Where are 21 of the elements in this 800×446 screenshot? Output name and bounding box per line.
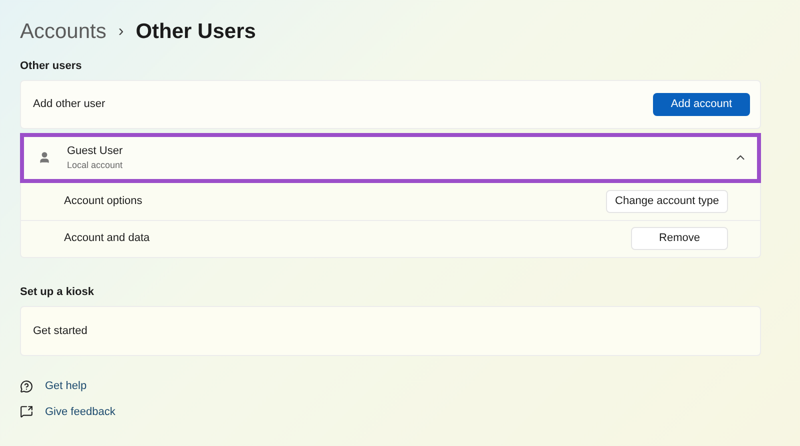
help-icon [20, 380, 33, 393]
user-icon [38, 151, 51, 164]
option-label: Account options [64, 194, 142, 209]
page-title: Other Users [136, 19, 256, 46]
section-heading: Other users [20, 59, 83, 74]
option-label: Account and data [64, 231, 150, 246]
feedback-icon [20, 405, 33, 418]
option-button[interactable]: Remove [631, 227, 728, 250]
help-link[interactable]: Get help [45, 378, 87, 394]
section-heading: Set up a kiosk [20, 284, 95, 300]
option-button[interactable]: Change account type [606, 190, 728, 212]
row-label: Get started [33, 324, 88, 339]
row-label: Add other user [33, 96, 106, 112]
user-subtitle: Local account [67, 159, 124, 172]
settings-row[interactable]: Get started [20, 306, 761, 356]
user-row[interactable]: Guest User Local account [20, 132, 761, 182]
help-link[interactable]: Give feedback [45, 404, 116, 420]
user-name: Guest User [67, 144, 124, 158]
breadcrumb-separator: › [118, 22, 124, 42]
add-account-button[interactable]: Add account [653, 92, 750, 116]
breadcrumb-parent[interactable]: Accounts [20, 16, 106, 48]
